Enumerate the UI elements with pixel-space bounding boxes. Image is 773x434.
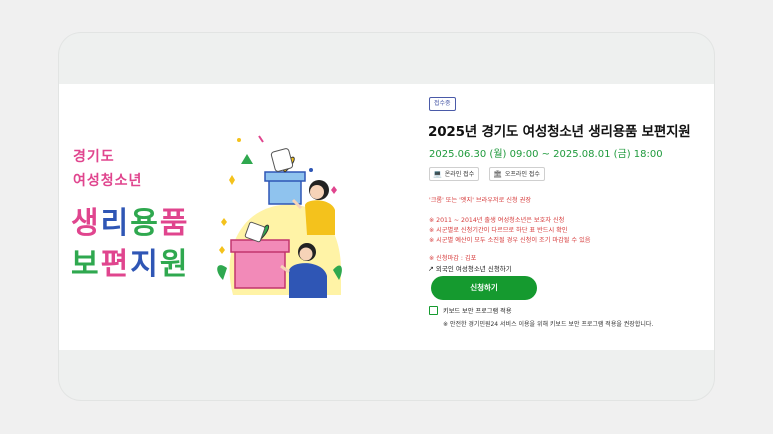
title-target: 여성청소년 [73,173,143,189]
title-char: 리 [100,206,131,241]
closed-region-notice: ※ 신청마감 : 김포 [429,255,477,262]
title-char: 용 [130,206,160,241]
notice-line: ※ 2011 ~ 2014년 출생 여성청소년은 보호자 신청 [429,217,565,224]
external-link-icon: ↗ [428,265,434,273]
title-char: 지 [130,247,160,282]
notice-line: ※ 시군별 예산이 모두 소진될 경우 신청이 조기 마감될 수 있음 [429,237,591,244]
notice-line: ※ 시군별로 신청기간이 다르므로 하단 표 반드시 확인 [429,227,568,234]
link-label: 외국인 여성청소년 신청하기 [435,265,512,273]
keyboard-security-note: ※ 안전한 경기민원24 서비스 이용을 위해 키보드 보안 프로그램 적용을 … [443,321,654,328]
content-card: 경기도 여성청소년 생리용품 보편지원 접수중 2025년 경기도 여성청소년 … [59,33,714,400]
title-char: 원 [159,247,190,282]
title-big-line2: 보편지원 [71,239,189,283]
chip-label: 오프라인 접수 [504,171,540,178]
keyboard-security-label: 키보드 보안 프로그램 적용 [443,308,512,315]
title-char: 보 [71,247,101,282]
bank-icon: 🏛 [493,170,502,178]
page-title: 2025년 경기도 여성청소년 생리용품 보편지원 [428,124,691,140]
title-big-line1: 생리용품 [71,198,189,242]
foreign-applicant-link[interactable]: ↗ 외국인 여성청소년 신청하기 [428,263,512,273]
browser-notice: '크롬' 또는 '엣지' 브라우저로 신청 권장 [429,197,532,204]
laptop-icon: 💻 [433,170,442,178]
title-char: 품 [159,206,190,241]
title-char: 편 [100,247,131,282]
title-region: 경기도 [73,149,115,165]
gift-illustration [217,135,342,298]
online-application-chip: 💻 온라인 접수 [429,167,480,181]
keyboard-security-checkbox[interactable] [429,306,438,315]
title-char: 생 [71,206,101,241]
status-badge: 접수중 [429,97,456,111]
chip-label: 온라인 접수 [444,171,475,178]
apply-button[interactable]: 신청하기 [431,276,537,300]
application-period: 2025.06.30 (월) 09:00 ~ 2025.08.01 (금) 18… [429,149,663,160]
offline-application-chip: 🏛 오프라인 접수 [489,167,545,181]
service-panel: 경기도 여성청소년 생리용품 보편지원 접수중 2025년 경기도 여성청소년 … [59,84,714,350]
